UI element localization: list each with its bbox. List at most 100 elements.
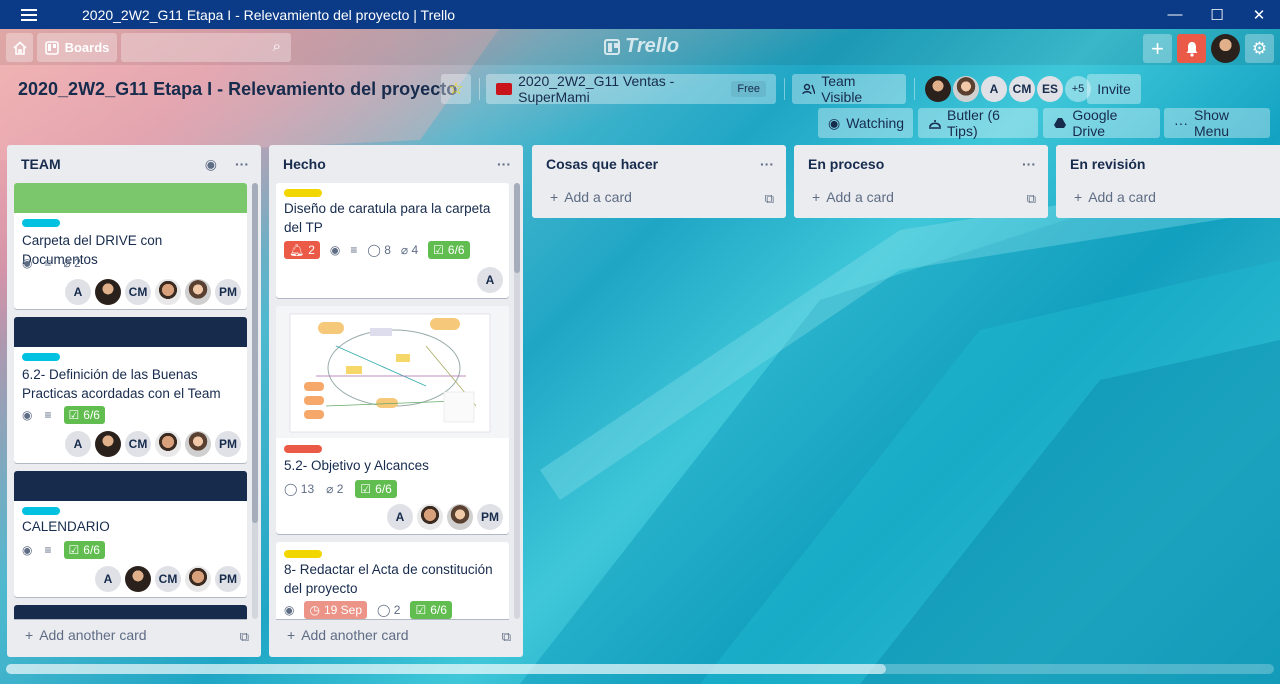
add-card-button[interactable]: + Add a card — [1074, 189, 1156, 205]
card-members: A PM — [387, 504, 503, 530]
plus-icon: + — [1074, 189, 1083, 205]
scrollbar-thumb[interactable] — [514, 183, 520, 273]
watching-button[interactable]: ◉ Watching — [818, 108, 913, 138]
attachment-count: 2 — [74, 256, 81, 270]
member-avatar-cm[interactable]: CM — [125, 431, 151, 457]
list-title[interactable]: En revisión — [1070, 156, 1268, 172]
add-card-label: Add another card — [301, 627, 409, 643]
card[interactable] — [14, 605, 247, 619]
member-avatar-es[interactable]: ES — [1037, 76, 1063, 102]
list-title[interactable]: Hecho — [283, 156, 497, 172]
card[interactable]: 8- Redactar el Acta de constitución del … — [276, 542, 509, 619]
hamburger-menu-icon[interactable] — [0, 0, 58, 29]
card-members: A CM PM — [65, 279, 241, 305]
add-card-button[interactable]: + Add another card — [25, 627, 147, 643]
search-input[interactable]: ⌕ — [121, 33, 291, 62]
template-icon[interactable]: ⧉ — [765, 191, 774, 207]
card-title: 5.2- Objetivo y Alcances — [284, 458, 429, 473]
member-avatar-pm[interactable]: PM — [215, 566, 241, 592]
workspace-logo — [496, 83, 513, 95]
board-title[interactable]: 2020_2W2_G11 Etapa I - Relevamiento del … — [18, 79, 457, 100]
star-icon: ☆ — [448, 79, 464, 98]
list-title[interactable]: TEAM — [21, 156, 205, 172]
card-badges: ◉ ≡ ☑ 6/6 — [22, 406, 105, 424]
board-horizontal-scrollbar[interactable] — [6, 664, 1274, 674]
home-button[interactable] — [6, 33, 33, 62]
list-scrollbar[interactable] — [252, 183, 258, 619]
show-menu-button[interactable]: ··· Show Menu — [1164, 107, 1270, 139]
add-card-button[interactable]: + Add a card — [550, 189, 632, 205]
maximize-button[interactable]: ☐ — [1196, 0, 1238, 29]
member-avatar-a[interactable]: A — [65, 431, 91, 457]
member-avatar-pm[interactable]: PM — [477, 504, 503, 530]
member-avatar-a[interactable]: A — [65, 279, 91, 305]
attachment-badge: ⌀ 2 — [63, 256, 81, 270]
member-avatar[interactable] — [125, 566, 151, 592]
member-avatar-pm[interactable]: PM — [215, 279, 241, 305]
close-window-button[interactable]: ✕ — [1238, 0, 1280, 29]
watching-label: Watching — [846, 115, 905, 131]
member-avatar-cm[interactable]: CM — [155, 566, 181, 592]
member-avatar-cm[interactable]: CM — [125, 279, 151, 305]
star-button[interactable]: ☆ — [441, 74, 471, 104]
checklist-count: 6/6 — [447, 243, 465, 257]
list-en-revision: En revisión + Add a card — [1056, 145, 1280, 218]
template-icon[interactable]: ⧉ — [1027, 191, 1036, 207]
invite-button[interactable]: Invite — [1087, 74, 1141, 104]
settings-button[interactable]: ⚙ — [1245, 34, 1274, 63]
member-avatar[interactable] — [95, 279, 121, 305]
member-avatar[interactable] — [925, 76, 951, 102]
member-avatar[interactable] — [185, 431, 211, 457]
template-icon[interactable]: ⧉ — [502, 629, 511, 645]
butler-button[interactable]: Butler (6 Tips) — [918, 107, 1038, 139]
boards-button[interactable]: Boards — [37, 33, 117, 62]
workspace-name: 2020_2W2_G11 Ventas - SuperMami — [518, 73, 675, 105]
add-card-button[interactable]: + Add a card — [812, 189, 894, 205]
card[interactable]: Diseño de caratula para la carpeta del T… — [276, 183, 509, 298]
notifications-button[interactable] — [1177, 34, 1206, 63]
list-menu-icon[interactable]: ··· — [235, 156, 249, 173]
member-avatar-cm[interactable]: CM — [1009, 76, 1035, 102]
member-avatar[interactable] — [185, 566, 211, 592]
scrollbar-thumb[interactable] — [6, 664, 886, 674]
visibility-button[interactable]: Team Visible — [792, 73, 906, 105]
list-scrollbar[interactable] — [514, 183, 520, 619]
list-title[interactable]: Cosas que hacer — [546, 156, 760, 172]
eye-icon: ◉ — [22, 543, 33, 557]
google-drive-button[interactable]: Google Drive — [1043, 107, 1160, 139]
member-avatar[interactable] — [155, 431, 181, 457]
card[interactable]: Carpeta del DRIVE con Documentos ◉ ≡ ⌀ 2… — [14, 183, 247, 309]
card[interactable]: 6.2- Definición de las Buenas Practicas … — [14, 317, 247, 463]
member-avatar[interactable] — [185, 279, 211, 305]
list-title[interactable]: En proceso — [808, 156, 1022, 172]
member-avatar-a[interactable]: A — [387, 504, 413, 530]
card[interactable]: CALENDARIO ◉ ≡ ☑ 6/6 A CM PM — [14, 471, 247, 597]
user-avatar[interactable] — [1211, 34, 1240, 63]
member-avatar-a[interactable]: A — [981, 76, 1007, 102]
member-avatar[interactable] — [417, 504, 443, 530]
member-avatar[interactable] — [95, 431, 121, 457]
card-badges: ◯ 13 ⌀ 2 ☑ 6/6 — [284, 480, 397, 498]
template-icon[interactable]: ⧉ — [240, 629, 249, 645]
member-avatar-a[interactable]: A — [95, 566, 121, 592]
more-icon: ··· — [1174, 115, 1188, 131]
card[interactable]: 5.2- Objetivo y Alcances ◯ 13 ⌀ 2 ☑ 6/6 … — [276, 306, 509, 534]
minimize-button[interactable]: — — [1154, 0, 1196, 29]
list-menu-icon[interactable]: ··· — [497, 156, 511, 172]
member-avatar[interactable] — [155, 279, 181, 305]
member-avatar[interactable] — [953, 76, 979, 102]
attachment-badge: ⌀ 2 — [326, 482, 344, 496]
boards-label: Boards — [64, 40, 110, 55]
member-avatar-pm[interactable]: PM — [215, 431, 241, 457]
list-menu-icon[interactable]: ··· — [1022, 156, 1036, 172]
member-avatar-a[interactable]: A — [477, 267, 503, 293]
card-members: A CM PM — [65, 431, 241, 457]
trello-logo[interactable]: Trello — [604, 35, 679, 58]
add-card-button[interactable]: + Add another card — [287, 627, 409, 643]
comment-count: 2 — [393, 603, 401, 617]
create-button[interactable]: + — [1143, 34, 1172, 63]
list-menu-icon[interactable]: ··· — [760, 156, 774, 172]
scrollbar-thumb[interactable] — [252, 183, 258, 523]
member-avatar[interactable] — [447, 504, 473, 530]
workspace-button[interactable]: 2020_2W2_G11 Ventas - SuperMami Free — [486, 73, 776, 105]
